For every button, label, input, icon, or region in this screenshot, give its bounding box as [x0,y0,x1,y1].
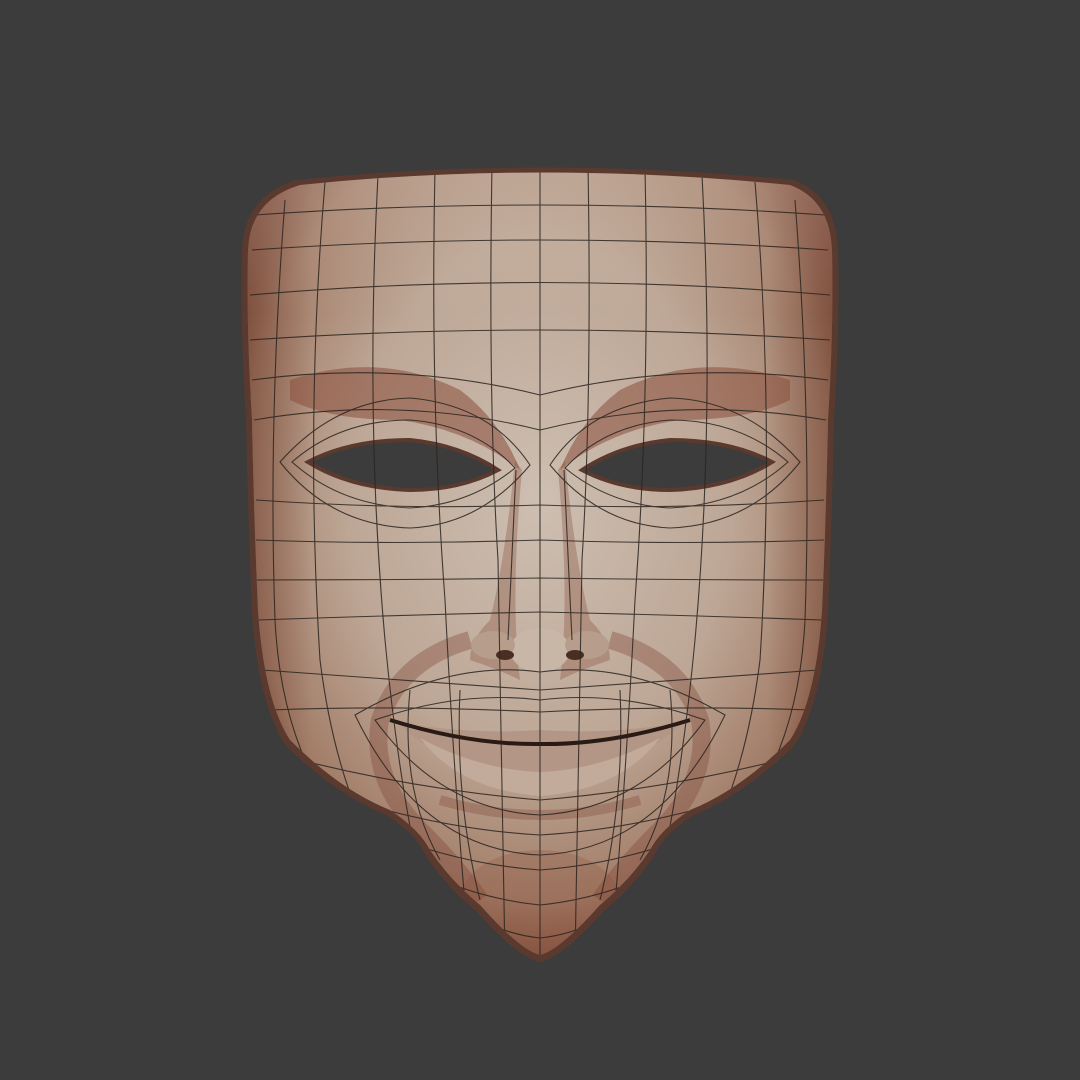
mask-icon [0,0,1080,1080]
render-viewport [0,0,1080,1080]
